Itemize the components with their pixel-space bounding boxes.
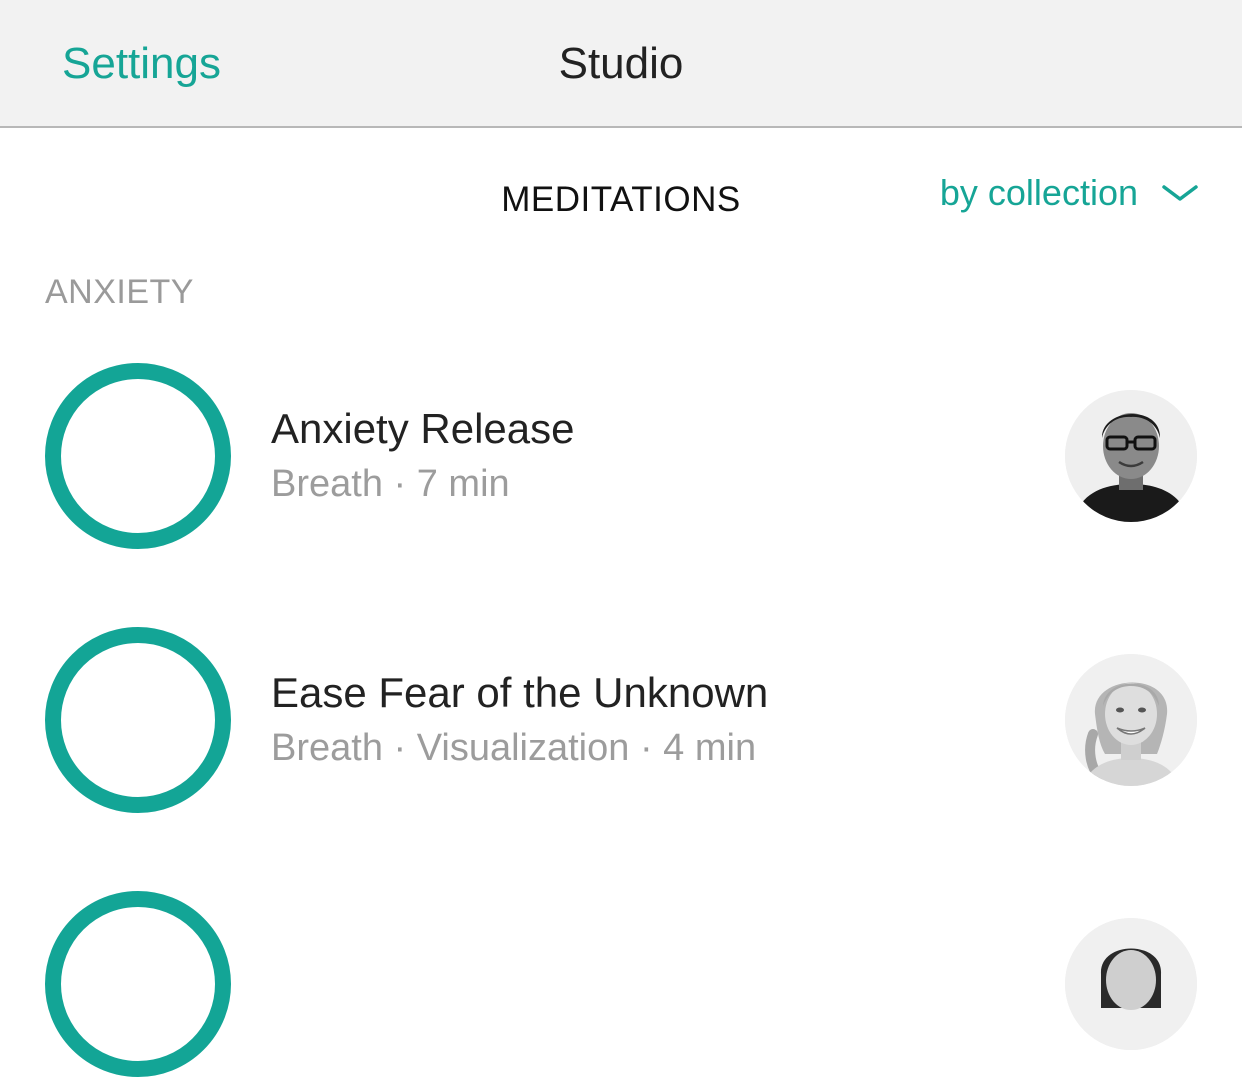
meditation-title: Ease Fear of the Unknown	[271, 669, 769, 716]
sort-dropdown[interactable]: by collection	[940, 168, 1198, 218]
female-teacher-avatar	[1065, 654, 1197, 786]
navigation-bar: Settings Studio	[0, 0, 1242, 128]
meditation-row[interactable]: Ease Fear of the Unknown Breath · Visual…	[0, 627, 1242, 827]
meditation-row[interactable]: Anxiety Release Breath · 7 min	[0, 363, 1242, 563]
meditation-meta: Breath · Visualization · 4 min	[271, 727, 757, 769]
progress-ring	[45, 363, 231, 549]
male-teacher-avatar	[1065, 390, 1197, 522]
chevron-down-icon	[1162, 185, 1198, 201]
category-header: ANXIETY	[45, 273, 194, 311]
meditation-title: Anxiety Release	[271, 405, 575, 452]
progress-ring	[45, 627, 231, 813]
page-title: Studio	[558, 39, 684, 88]
progress-ring	[45, 891, 231, 1077]
meditation-meta: Breath · 7 min	[271, 463, 510, 505]
sort-dropdown-label: by collection	[939, 172, 1138, 213]
female-teacher-avatar	[1065, 918, 1197, 1050]
meditation-row[interactable]	[0, 891, 1242, 1091]
